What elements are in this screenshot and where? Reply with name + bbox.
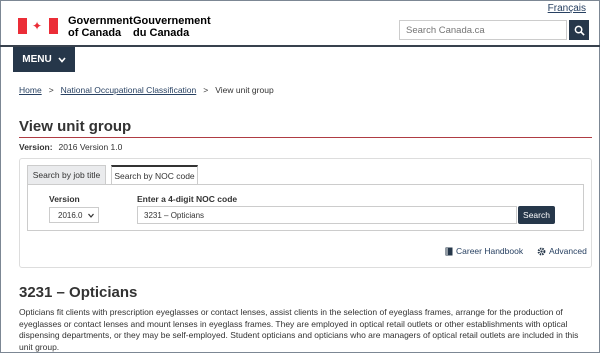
version-info: Version: 2016 Version 1.0 (19, 142, 123, 152)
unit-group-title: 3231 – Opticians (19, 284, 138, 301)
canada-flag-icon: ✦ (18, 18, 58, 34)
noc-code-input[interactable] (137, 206, 517, 224)
gear-icon (537, 247, 546, 255)
language-toggle-link[interactable]: Français (548, 3, 586, 14)
career-handbook-link[interactable]: Career Handbook (445, 246, 523, 256)
breadcrumb-separator: > (203, 85, 209, 95)
government-wordmark-en[interactable]: Government of Canada (68, 15, 133, 39)
tab-search-by-noc-code[interactable]: Search by NOC code (111, 165, 198, 185)
tab-search-by-job-title[interactable]: Search by job title (27, 165, 106, 185)
noc-code-label: Enter a 4-digit NOC code (137, 194, 238, 204)
breadcrumb-separator: > (48, 85, 54, 95)
title-rule (19, 137, 592, 138)
version-select[interactable]: 2016.0 (49, 207, 99, 223)
chevron-down-icon (58, 56, 66, 63)
advanced-search-link[interactable]: Advanced (537, 246, 587, 256)
breadcrumb-current: View unit group (215, 85, 274, 95)
search-icon (574, 25, 585, 36)
book-icon (445, 247, 453, 255)
menu-button[interactable]: MENU (13, 47, 75, 72)
site-search-button[interactable] (569, 20, 589, 40)
site-search-input[interactable] (399, 20, 567, 40)
chevron-down-icon (88, 213, 94, 218)
breadcrumb-noc[interactable]: National Occupational Classification (61, 85, 197, 95)
noc-search-button[interactable]: Search (518, 206, 555, 224)
breadcrumb-home[interactable]: Home (19, 85, 42, 95)
page-title: View unit group (19, 118, 132, 135)
header-divider (0, 45, 600, 47)
government-wordmark-fr[interactable]: Gouvernement du Canada (133, 15, 211, 39)
breadcrumb: Home > National Occupational Classificatio… (19, 85, 274, 95)
version-label: Version (49, 194, 80, 204)
unit-group-description: Opticians fit clients with prescription … (19, 307, 579, 352)
